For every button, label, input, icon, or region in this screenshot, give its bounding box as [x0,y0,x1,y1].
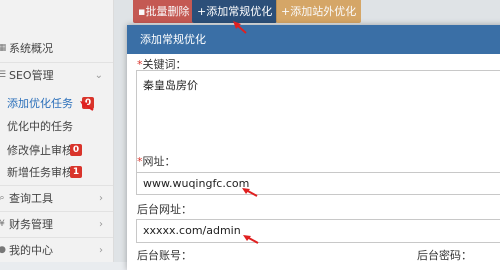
sidebar-item-query-tools[interactable]: ⌕ 查询工具 › [0,187,113,209]
sidebar-subitem-add-task[interactable]: 添加优化任务 0 [0,92,113,114]
sidebar-item-my-center[interactable]: ● 我的中心 › [0,239,113,261]
add-external-optimization-button[interactable]: +添加站外优化 [276,0,362,23]
sidebar-subitem-label: 修改停止审核 [7,144,73,157]
admin-url-label: 后台网址： [137,203,192,216]
sidebar-item-label: 我的中心 [9,244,53,257]
admin-password-label: 后台密码： [417,249,472,262]
divider [0,62,113,63]
admin-url-input[interactable]: xxxxx.com/admin [136,219,500,243]
sidebar-item-label: 系统概况 [9,42,53,55]
sidebar-item-label: 查询工具 [9,192,53,205]
divider [0,211,113,212]
sidebar-subitem-optimizing[interactable]: 优化中的任务 [0,115,113,137]
sidebar: ▦ 系统概况 ☰ SEO管理 ⌄ 添加优化任务 0 优化中的任务 修改停止审核 … [0,0,114,262]
sidebar-subitem-new-review[interactable]: 新增任务审核 1 [0,161,113,183]
batch-delete-button[interactable]: ▪批量删除 [133,0,195,23]
sidebar-item-finance[interactable]: ¥ 财务管理 › [0,213,113,235]
search-icon: ⌕ [0,193,5,203]
list-icon: ☰ [0,70,7,80]
money-icon: ¥ [0,219,5,229]
dialog-title: 添加常规优化 [127,25,500,54]
count-badge: 0 [82,97,94,109]
dashboard-icon: ▦ [0,43,7,53]
chevron-right-icon: › [99,192,103,204]
add-optimization-dialog: 添加常规优化 *关键词： 秦皇岛房价 *网址： www.wuqingfc.com… [127,25,500,270]
sidebar-item-system-overview[interactable]: ▦ 系统概况 [0,37,113,59]
user-icon: ● [0,245,6,255]
divider [0,185,113,186]
sidebar-subitem-label: 新增任务审核 [7,166,73,179]
sidebar-subitem-modify-review[interactable]: 修改停止审核 0 [0,139,113,161]
count-badge: 0 [70,144,82,156]
chevron-down-icon: ⌄ [94,69,103,81]
count-badge: 1 [70,166,82,178]
admin-account-label: 后台账号： [137,249,192,262]
sidebar-subitem-label: 优化中的任务 [7,120,73,133]
chevron-right-icon: › [99,218,103,230]
sidebar-item-label: 财务管理 [9,218,53,231]
sidebar-subitem-label: 添加优化任务 [7,97,73,110]
keywords-textarea[interactable]: 秦皇岛房价 [136,70,500,173]
sidebar-item-label: SEO管理 [9,69,54,82]
url-label: *网址： [137,155,176,168]
sidebar-item-seo[interactable]: ☰ SEO管理 ⌄ [0,64,113,86]
add-regular-optimization-button[interactable]: +添加常规优化 [192,0,278,23]
divider [0,237,113,238]
url-input[interactable]: www.wuqingfc.com [136,172,500,195]
chevron-right-icon: › [99,244,103,256]
